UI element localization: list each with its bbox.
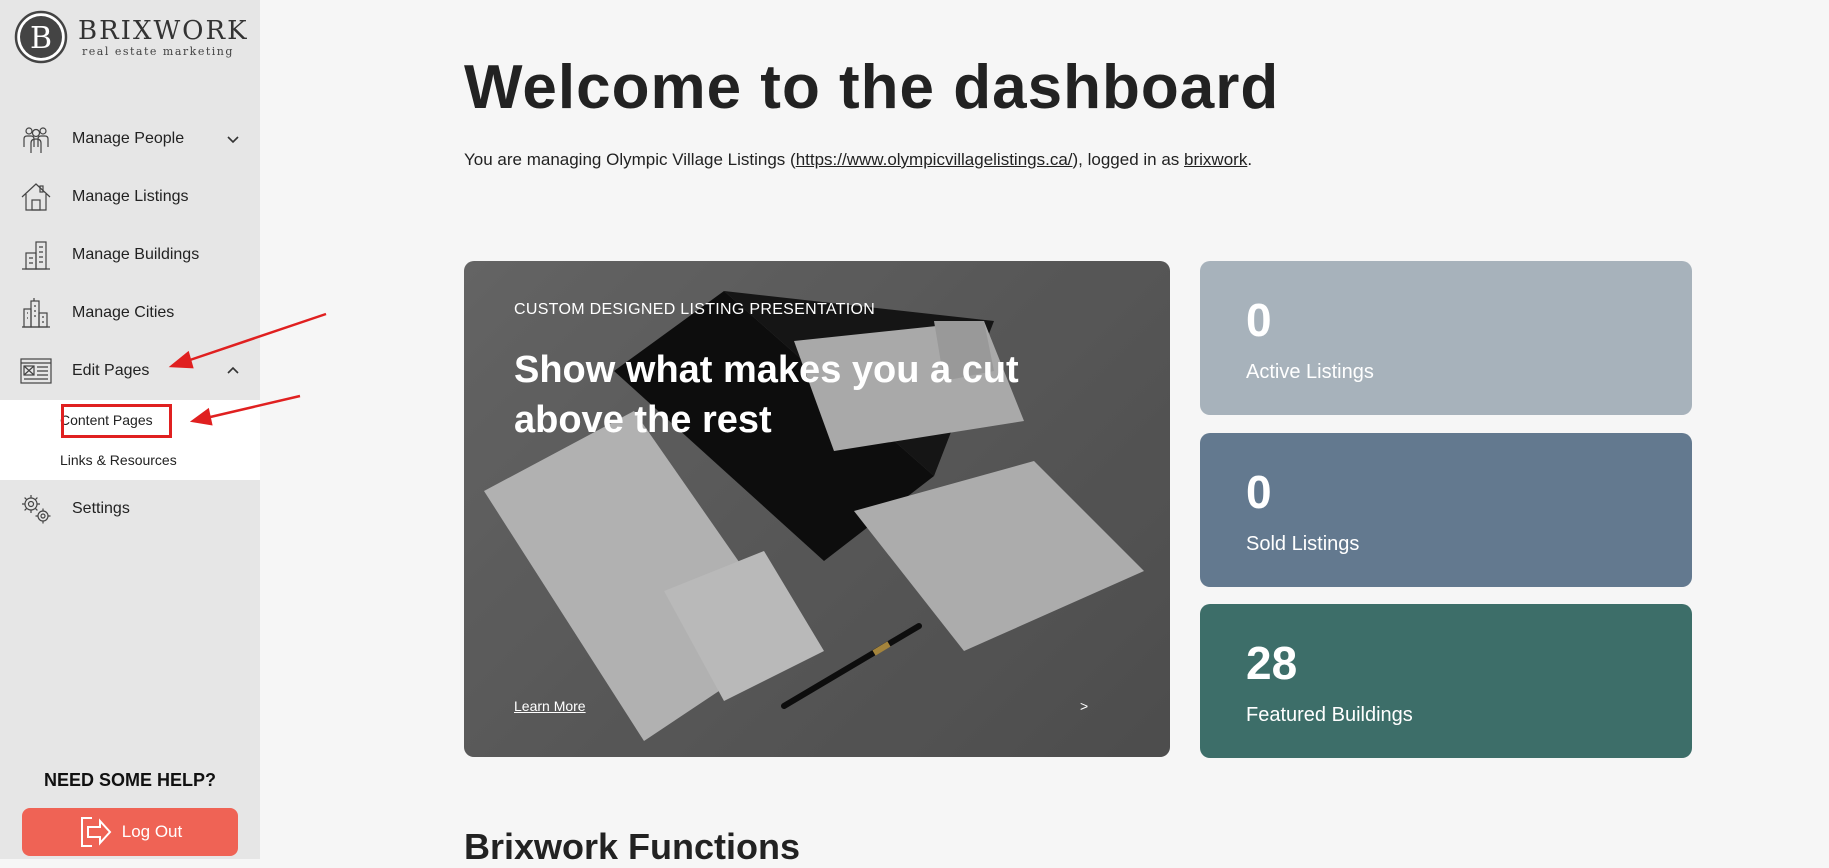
stat-value: 0	[1246, 294, 1272, 346]
logo-letter: B	[30, 21, 52, 56]
sidebar-item-label: Manage Cities	[72, 304, 175, 321]
logo-mark-icon: B	[14, 10, 68, 64]
intro-middle: ), logged in as	[1072, 150, 1185, 169]
help-title: NEED SOME HELP?	[43, 770, 217, 790]
building-icon	[22, 241, 50, 270]
logout-label: Log Out	[121, 822, 183, 841]
sidebar-item-manage-people[interactable]: Manage People	[0, 113, 260, 165]
sidebar: B BRIXWORK real estate marketing Manage …	[0, 0, 260, 859]
stat-value: 0	[1246, 466, 1272, 518]
sidebar-item-label: Manage Listings	[72, 188, 189, 205]
stat-card-active-listings[interactable]: 0 Active Listings	[1200, 261, 1692, 415]
stat-label: Active Listings	[1246, 361, 1374, 383]
sidebar-item-settings[interactable]: Settings	[0, 483, 260, 535]
sidebar-item-manage-buildings[interactable]: Manage Buildings	[0, 229, 260, 281]
sidebar-item-label: Manage Buildings	[72, 246, 200, 263]
subnav-item-links-resources[interactable]: Links & Resources	[60, 452, 177, 468]
username-link[interactable]: brixwork	[1184, 150, 1247, 169]
intro-text: You are managing Olympic Village Listing…	[464, 150, 1252, 170]
brand-logo[interactable]: B BRIXWORK real estate marketing	[14, 10, 249, 64]
stat-value: 28	[1246, 637, 1298, 689]
sidebar-item-label: Edit Pages	[72, 362, 150, 379]
stat-card-sold-listings[interactable]: 0 Sold Listings	[1200, 433, 1692, 587]
promo-eyebrow: CUSTOM DESIGNED LISTING PRESENTATION	[514, 301, 876, 318]
city-icon	[22, 298, 50, 328]
sidebar-item-manage-listings[interactable]: Manage Listings	[0, 171, 260, 223]
brand-name: BRIXWORK	[78, 15, 249, 46]
logout-icon	[80, 817, 112, 847]
intro-suffix: .	[1247, 150, 1253, 169]
promo-card[interactable]: CUSTOM DESIGNED LISTING PRESENTATION Sho…	[464, 261, 1170, 757]
stat-label: Featured Buildings	[1246, 704, 1413, 726]
chevron-down-icon	[227, 136, 239, 144]
sidebar-item-manage-cities[interactable]: Manage Cities	[0, 287, 260, 339]
gears-icon	[22, 495, 51, 524]
people-icon	[23, 127, 49, 153]
section-title: Brixwork Functions	[464, 826, 801, 867]
learn-more-link[interactable]: Learn More	[514, 698, 586, 714]
sidebar-item-label: Manage People	[72, 130, 185, 147]
annotation-highlight-box	[61, 404, 172, 438]
page-edit-icon	[20, 358, 52, 384]
logout-button[interactable]: Log Out	[22, 808, 238, 856]
sidebar-item-label: Settings	[72, 500, 130, 517]
promo-heading: Show what makes you a cut above the rest	[514, 349, 1019, 441]
intro-prefix: You are managing Olympic Village Listing…	[464, 150, 796, 169]
learn-more-arrow[interactable]: >	[1080, 698, 1088, 714]
site-url-link[interactable]: https://www.olympicvillagelistings.ca/	[796, 150, 1073, 169]
chevron-up-icon	[227, 366, 239, 374]
brand-tagline: real estate marketing	[82, 44, 234, 58]
page-title: Welcome to the dashboard	[464, 53, 1280, 122]
stationery-mockup-image	[464, 261, 1170, 757]
stat-card-featured-buildings[interactable]: 28 Featured Buildings	[1200, 604, 1692, 758]
house-icon	[21, 183, 51, 211]
sidebar-item-edit-pages[interactable]: Edit Pages	[0, 345, 260, 397]
stat-label: Sold Listings	[1246, 533, 1360, 555]
